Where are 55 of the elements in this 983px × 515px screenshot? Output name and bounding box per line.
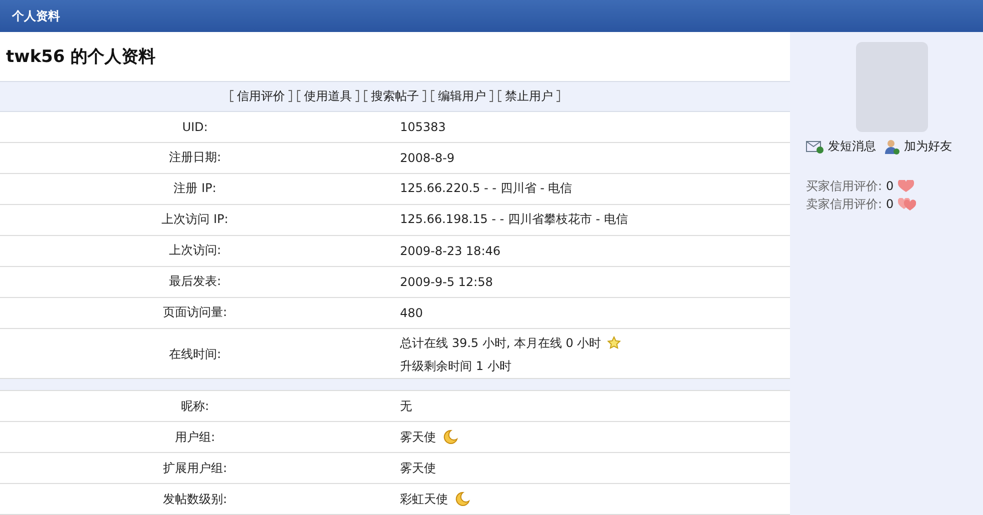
sidebar-link[interactable]: 加为好友 xyxy=(904,138,952,155)
field-label: 用户组: xyxy=(174,428,216,446)
field-value: 彩虹天使 xyxy=(400,490,448,508)
field-value: 雾天使 xyxy=(400,428,436,446)
field-label: 注册 IP: xyxy=(174,180,216,198)
moon-icon xyxy=(442,429,458,445)
action-link[interactable]: 搜索帖子 xyxy=(371,88,419,105)
field-value: 480 xyxy=(400,306,423,320)
action-link[interactable]: 使用道具 xyxy=(304,88,352,105)
field-label: 页面访问量: xyxy=(162,304,228,322)
bracket-icon xyxy=(364,90,368,102)
field-label: 上次访问: xyxy=(168,242,222,260)
field-label: 发帖数级别: xyxy=(162,490,228,508)
action-link[interactable]: 禁止用户 xyxy=(505,88,553,105)
field-value: 125.66.220.5 - - 四川省 - 电信 xyxy=(400,180,572,198)
field-value: 125.66.198.15 - - 四川省攀枝花市 - 电信 xyxy=(400,211,628,228)
header-title: 个人资料 xyxy=(12,8,60,24)
sidebar-link[interactable]: 发短消息 xyxy=(828,138,876,155)
field-value: 2009-8-23 18:46 xyxy=(400,244,500,258)
field-label: 注册日期: xyxy=(168,149,222,166)
heart-icon xyxy=(898,198,916,210)
field-label: 在线时间: xyxy=(168,346,222,364)
profile-heading: twk56 的个人资料 xyxy=(5,46,157,69)
field-label: 最后发表: xyxy=(168,273,222,290)
field-label: 扩展用户组: xyxy=(162,460,228,476)
action-link[interactable]: 信用评价 xyxy=(237,88,285,105)
rating-value: 0 xyxy=(886,197,894,211)
field-value: 2008-8-9 xyxy=(400,150,454,165)
bracket-icon xyxy=(556,90,560,102)
bracket-icon xyxy=(431,90,435,102)
bracket-icon xyxy=(288,90,292,102)
envelope-icon xyxy=(806,140,824,154)
rating-value: 0 xyxy=(886,179,894,193)
bracket-icon xyxy=(422,90,426,102)
field-value: 总计在线 39.5 小时, 本月在线 0 小时 xyxy=(400,334,602,352)
bracket-icon xyxy=(230,90,234,102)
star-icon xyxy=(607,336,622,350)
heart-icon xyxy=(898,180,914,192)
field-value: 无 xyxy=(400,398,412,414)
rating-label: 买家信用评价: xyxy=(806,178,882,194)
field-label: 昵称: xyxy=(180,398,210,414)
bracket-icon xyxy=(498,90,502,102)
field-value: 2009-9-5 12:58 xyxy=(400,274,493,289)
bracket-icon xyxy=(489,90,493,102)
action-link[interactable]: 编辑用户 xyxy=(438,88,486,105)
rating-label: 卖家信用评价: xyxy=(806,196,882,212)
person-icon xyxy=(884,138,900,154)
field-value: 雾天使 xyxy=(400,460,436,476)
bracket-icon xyxy=(297,90,301,102)
bracket-icon xyxy=(355,90,359,102)
field-label: 上次访问 IP: xyxy=(162,211,228,228)
field-value: 105383 xyxy=(400,120,446,134)
field-value: 升级剩余时间 1 小时 xyxy=(400,358,512,375)
field-label: UID: xyxy=(182,120,208,134)
moon-icon xyxy=(454,491,470,507)
